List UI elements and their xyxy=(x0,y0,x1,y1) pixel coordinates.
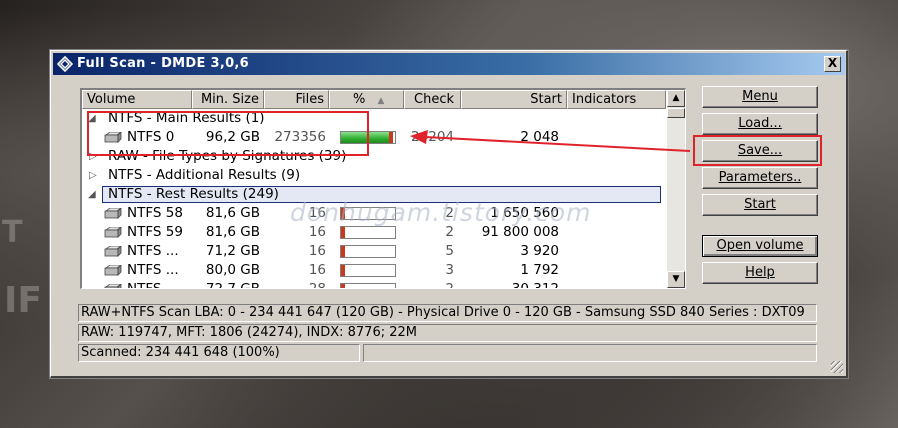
hard-drive-icon xyxy=(104,246,122,257)
background-text: IF xyxy=(4,280,42,321)
volume-size: 72,7 GB xyxy=(205,281,260,289)
percent-bar xyxy=(340,226,396,239)
status-panel-empty xyxy=(363,344,817,362)
scan-info-line: RAW+NTFS Scan LBA: 0 - 234 441 647 (120 … xyxy=(78,304,817,322)
table-row[interactable]: NTFS ... 80,0 GB 16 3 1 792 xyxy=(82,261,666,280)
start-value: -30 312 xyxy=(506,281,559,289)
scroll-down-button[interactable]: ▼ xyxy=(667,271,685,288)
volume-name: NTFS 58 xyxy=(127,205,183,221)
percent-marker xyxy=(389,132,393,143)
percent-bar xyxy=(340,264,396,277)
hard-drive-icon xyxy=(104,208,122,219)
vertical-scrollbar[interactable]: ▲ ▼ xyxy=(667,90,685,288)
file-count: 28 xyxy=(308,281,326,289)
raw-stats-line: RAW: 119747, MFT: 1806 (24274), INDX: 87… xyxy=(78,324,817,342)
volume-size: 81,6 GB xyxy=(205,205,260,221)
file-count: 16 xyxy=(308,262,326,278)
hard-drive-icon xyxy=(104,284,122,288)
column-indicators[interactable]: Indicators xyxy=(567,90,666,109)
table-row[interactable]: NTFS 72,7 GB 28 2 -30 312 xyxy=(82,280,666,289)
hard-drive-icon xyxy=(104,227,122,238)
table-row[interactable]: NTFS ... 71,2 GB 16 5 3 920 xyxy=(82,242,666,261)
group-additional-results[interactable]: ▷ NTFS - Additional Results (9) xyxy=(82,166,666,185)
column-percent[interactable]: % ▲ xyxy=(329,90,404,109)
expand-icon[interactable]: ▷ xyxy=(89,166,97,185)
start-button[interactable]: Start xyxy=(702,194,818,216)
volume-size: 81,6 GB xyxy=(205,224,260,240)
volume-name: NTFS 59 xyxy=(127,224,183,240)
scroll-up-button[interactable]: ▲ xyxy=(667,90,685,107)
sort-ascending-icon: ▲ xyxy=(377,96,385,106)
percent-bar xyxy=(340,283,396,288)
volume-name: NTFS xyxy=(127,281,162,289)
column-check[interactable]: Check xyxy=(404,90,461,109)
start-value: 3 920 xyxy=(520,243,559,259)
start-value: 1 792 xyxy=(520,262,559,278)
dmde-app-icon xyxy=(57,56,73,72)
start-value: 2 048 xyxy=(520,129,559,145)
check-value: 24204 xyxy=(411,129,454,145)
volume-name: NTFS ... xyxy=(127,262,179,278)
close-button[interactable]: X xyxy=(824,56,841,72)
hard-drive-icon xyxy=(104,265,122,276)
volume-size: 71,2 GB xyxy=(205,243,260,259)
percent-marker xyxy=(341,246,345,257)
scroll-thumb[interactable] xyxy=(667,108,685,118)
percent-bar xyxy=(340,245,396,258)
scanned-progress-line: Scanned: 234 441 648 (100%) xyxy=(78,344,360,362)
check-value: 5 xyxy=(445,243,454,259)
resize-grip-icon[interactable] xyxy=(831,361,843,373)
column-files[interactable]: Files xyxy=(264,90,329,109)
volume-size: 80,0 GB xyxy=(205,262,260,278)
title-bar[interactable]: Full Scan - DMDE 3,0,6 X xyxy=(53,53,845,75)
column-start[interactable]: Start xyxy=(461,90,567,109)
percent-marker xyxy=(341,265,345,276)
column-min-size[interactable]: Min. Size xyxy=(192,90,264,109)
list-header: Volume Min. Size Files % ▲ Check Start I… xyxy=(82,90,666,109)
annotation-box-main-result xyxy=(87,111,369,156)
volume-name: NTFS ... xyxy=(127,243,179,259)
load-button[interactable]: Load... xyxy=(702,113,818,135)
window-title: Full Scan - DMDE 3,0,6 xyxy=(77,56,250,71)
check-value: 2 xyxy=(445,281,454,289)
watermark-text: donhugam.tistory.com xyxy=(290,198,592,227)
help-button[interactable]: Help xyxy=(702,262,818,284)
annotation-box-save-button xyxy=(693,135,822,166)
background-text: T xyxy=(2,215,23,250)
column-volume[interactable]: Volume xyxy=(82,90,192,109)
check-value: 3 xyxy=(445,262,454,278)
percent-marker xyxy=(341,284,345,288)
parameters-button[interactable]: Parameters.. xyxy=(702,167,818,189)
file-count: 16 xyxy=(308,243,326,259)
menu-button[interactable]: Menu xyxy=(702,86,818,108)
group-label: NTFS - Additional Results (9) xyxy=(108,167,301,183)
percent-marker xyxy=(341,227,345,238)
group-label: NTFS - Rest Results (249) xyxy=(108,186,279,202)
collapse-icon[interactable]: ◢ xyxy=(88,185,96,204)
open-volume-button[interactable]: Open volume xyxy=(702,235,818,257)
